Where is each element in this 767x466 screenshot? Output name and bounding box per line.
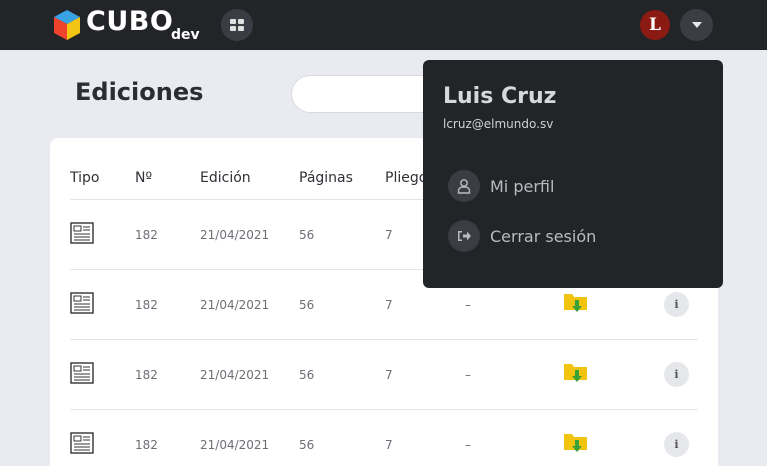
cell-paginas: 56: [299, 228, 315, 242]
cell-paginas: 56: [299, 438, 315, 452]
cell-pliegos: 7: [385, 368, 393, 382]
cell-numero: 182: [135, 298, 158, 312]
column-header-paginas: Páginas: [299, 170, 353, 186]
menu-item-profile[interactable]: Mi perfil: [448, 170, 688, 202]
cell-pliegos: 7: [385, 438, 393, 452]
table-row[interactable]: 182 21/04/2021 56 7 – i: [70, 409, 698, 466]
cell-pliegos: 7: [385, 228, 393, 242]
cell-numero: 182: [135, 228, 158, 242]
info-button[interactable]: i: [664, 292, 689, 317]
user-avatar[interactable]: L: [640, 10, 670, 40]
chevron-down-icon: [691, 22, 702, 28]
cell-numero: 182: [135, 438, 158, 452]
cell-numero: 182: [135, 368, 158, 382]
cell-edicion: 21/04/2021: [200, 298, 270, 312]
folder-download-icon[interactable]: [563, 430, 589, 456]
cell-pliegos: 7: [385, 298, 393, 312]
info-button[interactable]: i: [664, 362, 689, 387]
menu-item-logout[interactable]: Cerrar sesión: [448, 220, 688, 252]
grid-icon: [230, 19, 244, 31]
user-email: lcruz@elmundo.sv: [443, 117, 554, 131]
folder-download-icon[interactable]: [563, 360, 589, 386]
user-name: Luis Cruz: [443, 84, 557, 109]
page-title: Ediciones: [75, 78, 204, 106]
column-header-edicion: Edición: [200, 170, 251, 186]
user-menu-toggle-button[interactable]: [680, 9, 713, 41]
column-header-tipo: Tipo: [70, 170, 100, 186]
top-navbar: CUBO dev L: [0, 0, 767, 50]
table-row[interactable]: 182 21/04/2021 56 7 – i: [70, 339, 698, 409]
newspaper-icon: [70, 292, 94, 314]
info-button[interactable]: i: [664, 432, 689, 457]
cell-edicion: 21/04/2021: [200, 438, 270, 452]
folder-download-icon[interactable]: [563, 290, 589, 316]
cell-edicion: 21/04/2021: [200, 368, 270, 382]
newspaper-icon: [70, 222, 94, 244]
cell-edicion: 21/04/2021: [200, 228, 270, 242]
cell-extra: –: [465, 368, 471, 382]
menu-item-label: Mi perfil: [490, 176, 555, 196]
brand-name: CUBO: [86, 6, 174, 37]
logout-icon: [448, 220, 480, 252]
cube-logo-icon[interactable]: [52, 9, 82, 41]
brand-subtitle: dev: [171, 27, 200, 43]
cell-paginas: 56: [299, 368, 315, 382]
column-header-numero: Nº: [135, 170, 153, 186]
newspaper-icon: [70, 362, 94, 384]
cell-paginas: 56: [299, 298, 315, 312]
user-dropdown-menu: Luis Cruz lcruz@elmundo.sv Mi perfil Cer…: [423, 60, 723, 288]
cell-extra: –: [465, 298, 471, 312]
newspaper-icon: [70, 432, 94, 454]
apps-grid-button[interactable]: [221, 9, 253, 41]
user-icon: [448, 170, 480, 202]
menu-item-label: Cerrar sesión: [490, 226, 597, 246]
cell-extra: –: [465, 438, 471, 452]
